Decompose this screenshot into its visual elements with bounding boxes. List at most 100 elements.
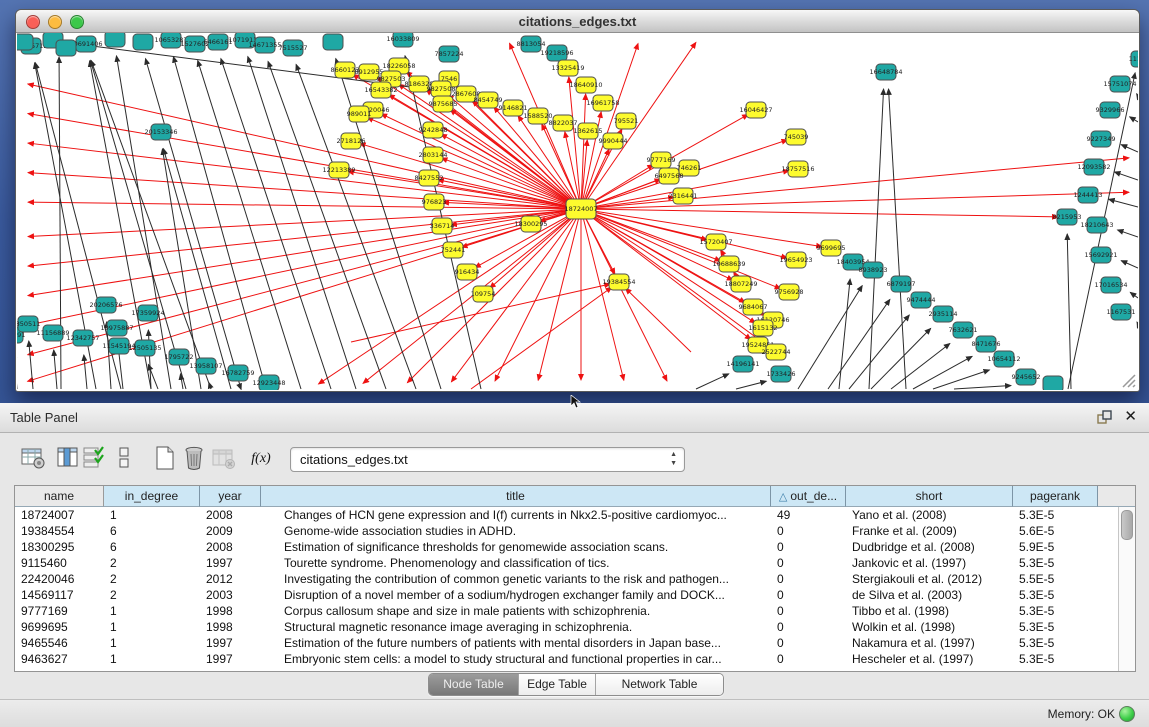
graph-node[interactable]: 7857224 (435, 46, 464, 62)
table-cell[interactable]: 14569117 (15, 587, 104, 603)
table-cell[interactable]: 5.3E-5 (1013, 507, 1098, 523)
graph-edge[interactable] (1115, 172, 1138, 180)
table-cell[interactable]: Disruption of a novel member of a sodium… (261, 587, 771, 603)
table-cell[interactable]: 2 (104, 555, 200, 571)
table-cell[interactable]: 5.3E-5 (1013, 651, 1098, 667)
graph-edge[interactable] (1137, 94, 1138, 96)
graph-edge[interactable] (1137, 322, 1138, 324)
graph-node[interactable]: 752441 (441, 242, 466, 258)
graph-node[interactable]: 14196141 (726, 356, 759, 372)
tab-network-table[interactable]: Network Table (596, 674, 723, 695)
table-cell[interactable]: 18724007 (15, 507, 104, 523)
memory-status-led[interactable] (1119, 706, 1135, 722)
table-row[interactable]: 1830029562008Estimation of significance … (15, 539, 1119, 555)
table-cell[interactable]: 9465546 (15, 635, 104, 651)
graph-node[interactable]: 16782759 (221, 365, 254, 381)
graph-node[interactable] (17, 34, 33, 50)
graph-edge[interactable] (581, 192, 1129, 209)
graph-edge[interactable] (471, 287, 612, 389)
graph-edge[interactable] (581, 209, 1058, 217)
table-row[interactable]: 977716911998Corpus callosum shape and si… (15, 603, 1119, 619)
table-cell[interactable]: 9463627 (15, 651, 104, 667)
function-builder-icon[interactable]: f(x) (246, 446, 276, 472)
graph-node[interactable]: 9245652 (1012, 369, 1041, 385)
table-cell[interactable]: Genome-wide association studies in ADHD. (261, 523, 771, 539)
graph-node[interactable]: 2935114 (929, 306, 958, 322)
graph-node[interactable]: 336714 (430, 218, 455, 234)
graph-node[interactable] (323, 34, 343, 50)
tab-edge-table[interactable]: Edge Table (519, 674, 596, 695)
table-cell[interactable]: Jankovic et al. (1997) (846, 555, 1013, 571)
table-row[interactable]: 1938455462009Genome-wide association stu… (15, 523, 1119, 539)
graph-node[interactable]: 1733426 (767, 366, 796, 382)
graph-edge[interactable] (367, 118, 581, 209)
window-titlebar[interactable]: citations_edges.txt (16, 10, 1139, 33)
table-cell[interactable]: Franke et al. (2009) (846, 523, 1013, 539)
close-panel-icon[interactable]: ✕ (1124, 407, 1137, 425)
table-cell[interactable]: 0 (771, 523, 846, 539)
table-cell[interactable]: 2003 (200, 587, 261, 603)
table-cell[interactable]: 1 (104, 619, 200, 635)
graph-edge[interactable] (1121, 261, 1138, 268)
table-cell[interactable]: 5.5E-5 (1013, 571, 1098, 587)
table-cell[interactable]: Embryonic stem cells: a model to study s… (261, 651, 771, 667)
table-cell[interactable]: 49 (771, 507, 846, 523)
table-cell[interactable]: 9777169 (15, 603, 104, 619)
table-cell[interactable]: 22420046 (15, 571, 104, 587)
graph-edge[interactable] (84, 355, 87, 389)
table-cell[interactable]: 2008 (200, 539, 261, 555)
column-header-in_degree[interactable]: in_degree (104, 486, 200, 507)
graph-node[interactable]: 18724007 (564, 199, 597, 219)
graph-edge[interactable] (891, 344, 950, 389)
graph-node[interactable]: 13325419 (551, 60, 584, 76)
graph-node[interactable]: 8938923 (859, 262, 888, 278)
graph-node[interactable]: 2803144 (419, 147, 448, 163)
table-cell[interactable]: 2009 (200, 523, 261, 539)
graph-node[interactable]: 18757516 (781, 161, 814, 177)
graph-edge[interactable] (581, 209, 751, 340)
vertical-scrollbar[interactable] (1118, 507, 1135, 671)
graph-node[interactable] (56, 40, 76, 56)
graph-node[interactable]: 10688639 (712, 256, 745, 272)
graph-edge[interactable] (1130, 117, 1138, 122)
new-table-icon[interactable] (152, 446, 178, 472)
graph-edge[interactable] (148, 364, 158, 389)
graph-node[interactable]: 7515527 (279, 40, 308, 56)
column-header-year[interactable]: year (200, 486, 261, 507)
table-cell[interactable]: Hescheler et al. (1997) (846, 651, 1013, 667)
graph-edge[interactable] (1118, 230, 1138, 237)
table-cell[interactable]: Estimation of significance thresholds fo… (261, 539, 771, 555)
graph-node[interactable]: 12213389 (322, 162, 355, 178)
select-all-rows-icon[interactable] (81, 446, 107, 472)
table-cell[interactable]: 2008 (200, 507, 261, 523)
graph-node[interactable]: 109754 (471, 286, 496, 302)
table-cell[interactable]: 0 (771, 571, 846, 587)
graph-node[interactable]: 18640910 (569, 77, 602, 93)
graph-node[interactable]: 9227349 (1087, 131, 1116, 147)
graph-node[interactable] (105, 33, 125, 47)
graph-edge[interactable] (871, 328, 931, 389)
graph-node[interactable]: 8427552 (415, 170, 444, 186)
graph-node[interactable]: 16033809 (386, 33, 419, 47)
graph-edge[interactable] (839, 279, 850, 389)
graph-node[interactable]: 9242848 (419, 122, 448, 138)
table-cell[interactable]: 18300295 (15, 539, 104, 555)
graph-node[interactable]: 745039 (784, 129, 809, 145)
graph-node[interactable]: 111721 (1129, 51, 1138, 67)
table-cell[interactable]: 0 (771, 651, 846, 667)
column-header-short[interactable]: short (846, 486, 1013, 507)
table-cell[interactable]: 2 (104, 587, 200, 603)
column-header-out_de[interactable]: △out_de... (771, 486, 846, 507)
graph-edge[interactable] (1121, 145, 1138, 152)
table-cell[interactable]: 0 (771, 619, 846, 635)
graph-edge[interactable] (318, 209, 581, 384)
graph-edge[interactable] (828, 299, 890, 389)
graph-node[interactable]: 19654923 (779, 252, 812, 268)
table-row[interactable]: 1456911722003Disruption of a novel membe… (15, 587, 1119, 603)
column-header-pagerank[interactable]: pagerank (1013, 486, 1098, 507)
graph-node[interactable]: 6879197 (887, 276, 916, 292)
delete-rows-icon[interactable] (182, 446, 208, 472)
table-cell[interactable]: 5.9E-5 (1013, 539, 1098, 555)
graph-edge[interactable] (29, 341, 33, 389)
network-canvas[interactable]: 1405571220691406106532871527602646616110… (17, 33, 1138, 390)
